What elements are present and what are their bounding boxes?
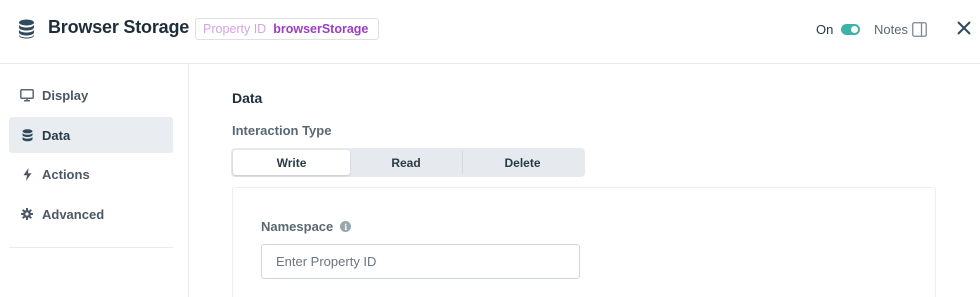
toggle-knob	[851, 26, 858, 33]
monitor-icon	[20, 88, 34, 102]
info-icon[interactable]: i	[340, 221, 352, 232]
gear-icon	[20, 207, 34, 221]
sidebar-item-label: Advanced	[42, 206, 105, 222]
sidebar-item-label: Data	[42, 127, 71, 143]
sidebar-item-display[interactable]: Display	[9, 77, 173, 113]
sidebar: Display Data Actions Advanced	[0, 64, 189, 297]
sidebar-item-data[interactable]: Data	[9, 117, 173, 153]
interaction-type-segmented-control: Write Read Delete	[231, 148, 585, 177]
notes-panel-icon[interactable]	[912, 22, 927, 37]
sidebar-item-label: Display	[42, 87, 89, 103]
interaction-option-write[interactable]: Write	[233, 150, 350, 175]
lightning-icon	[20, 167, 34, 181]
namespace-card	[232, 187, 936, 297]
interaction-option-read[interactable]: Read	[350, 150, 462, 175]
property-id-key: Property ID	[203, 22, 267, 36]
namespace-input[interactable]	[261, 244, 580, 279]
sidebar-item-actions[interactable]: Actions	[9, 156, 173, 192]
sidebar-divider	[9, 247, 173, 248]
interaction-option-delete[interactable]: Delete	[463, 150, 582, 175]
toggle-label: On	[816, 22, 834, 37]
namespace-label: Namespace	[261, 219, 334, 234]
close-icon[interactable]	[957, 21, 971, 35]
database-icon	[19, 19, 34, 39]
on-toggle[interactable]	[841, 24, 860, 35]
panel-header: Browser Storage Property ID browserStora…	[0, 0, 980, 64]
section-title: Data	[232, 90, 263, 106]
notes-label[interactable]: Notes	[874, 22, 908, 37]
property-id-value: browserStorage	[273, 22, 369, 36]
namespace-label-row: Namespace i	[261, 219, 352, 234]
property-id-chip[interactable]: Property ID browserStorage	[195, 18, 380, 40]
sidebar-item-advanced[interactable]: Advanced	[9, 196, 173, 232]
database-icon	[20, 128, 34, 142]
page-title: Browser Storage	[48, 17, 190, 37]
interaction-type-label: Interaction Type	[232, 123, 332, 138]
sidebar-item-label: Actions	[42, 166, 90, 182]
